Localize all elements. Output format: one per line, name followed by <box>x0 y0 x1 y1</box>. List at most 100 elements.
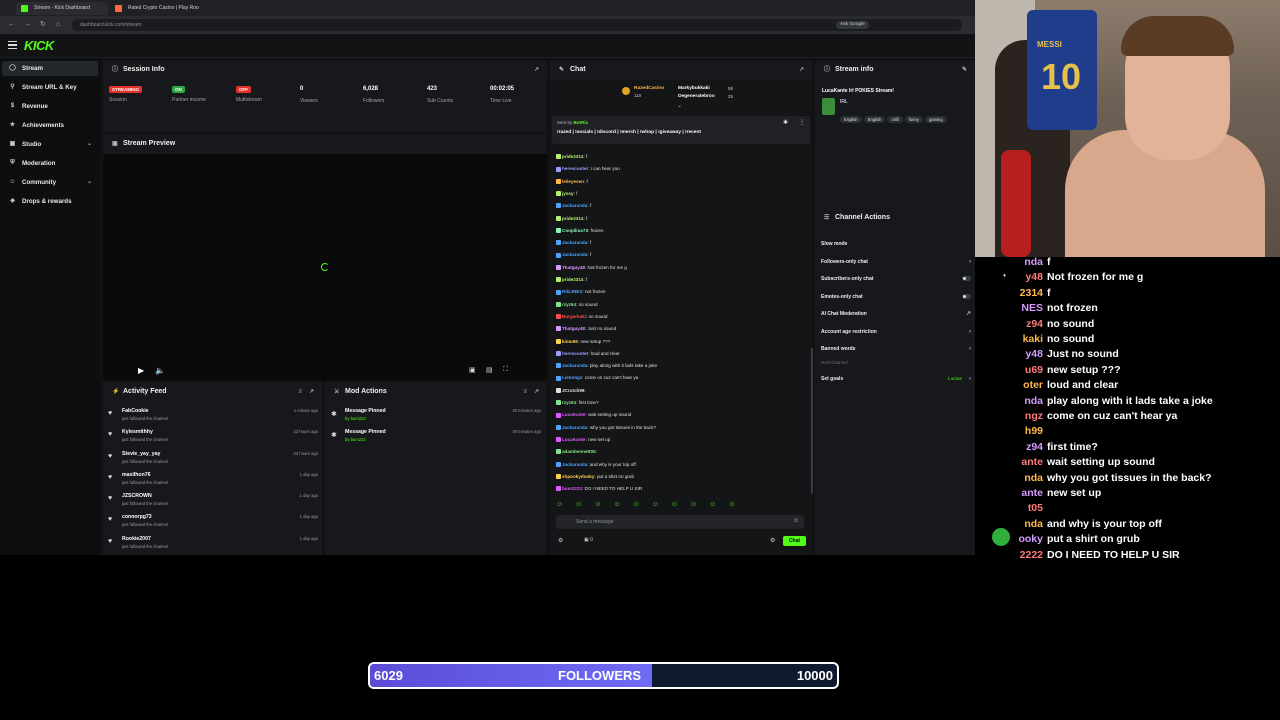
tag[interactable]: English <box>863 116 886 123</box>
top-gifter-name[interactable]: RazedCasino <box>634 86 664 91</box>
chat-username[interactable]: adambennett05 <box>562 449 596 454</box>
settings-icon[interactable]: ⚙ <box>558 537 563 544</box>
pin-icon[interactable]: ✱ <box>783 119 788 126</box>
action-emotes-only[interactable]: Emotes-only chat <box>821 292 971 302</box>
top-gifter-name[interactable]: Markybukkaki <box>678 86 710 91</box>
chat-username[interactable]: pride2314 <box>562 277 583 282</box>
popout-icon[interactable]: ↗ <box>799 60 804 80</box>
toggle-switch[interactable] <box>962 276 971 281</box>
chat-username[interactable]: rzyz94 <box>562 400 576 405</box>
tag[interactable]: English <box>840 116 862 123</box>
activity-user[interactable]: Kylesmithhy <box>122 429 153 435</box>
menu-icon[interactable] <box>8 41 17 49</box>
chat-username[interactable]: kimu69 <box>562 339 578 344</box>
popout-icon[interactable]: ↗ <box>309 382 314 402</box>
fullscreen-icon[interactable]: ⛶ <box>503 366 508 374</box>
chat-username[interactable]: Jackaranda <box>562 252 587 257</box>
scroll-indicator-icon: ♦ <box>1003 273 1007 279</box>
chat-username[interactable]: pride2314 <box>562 216 583 221</box>
activity-user[interactable]: FabCookie <box>122 408 149 414</box>
chat-username[interactable]: Listomgz <box>562 375 582 380</box>
activity-user[interactable]: maxilhon76 <box>122 472 151 478</box>
chat-username[interactable]: Burgerkaki <box>562 314 586 319</box>
chat-username[interactable]: jyssy <box>562 191 574 196</box>
popout-icon[interactable]: ↗ <box>534 60 539 80</box>
chat-username[interactable]: Jackaranda <box>562 240 587 245</box>
chat-username[interactable]: Coopilius73 <box>562 228 588 233</box>
chat-username[interactable]: Thatguy48 <box>562 326 585 331</box>
chat-username[interactable]: bum2222 <box>562 486 582 491</box>
sidebar-item-drops[interactable]: ◈ Drops & rewards <box>2 194 98 209</box>
url-field[interactable]: dashboard.kick.com/stream <box>72 19 962 31</box>
chat-username[interactable]: leileyesen <box>562 179 584 184</box>
kick-logo[interactable]: KICK <box>24 38 54 53</box>
browser-tab[interactable]: Rated Crypto Casino | Play Roo <box>110 2 200 15</box>
activity-user[interactable]: connorpg73 <box>122 514 152 520</box>
toggle-switch[interactable] <box>962 294 971 299</box>
chat-username[interactable]: Jackaranda <box>562 363 587 368</box>
chat-username[interactable]: shpookydooky <box>562 474 594 479</box>
send-chat-button[interactable]: Chat <box>783 536 806 546</box>
action-label: Emotes-only chat <box>821 294 863 300</box>
top-gifter-name[interactable]: Degeneratebroo <box>678 94 715 99</box>
chat-username[interactable]: Jackaranda <box>562 425 587 430</box>
chat-username[interactable]: LucaKante <box>562 412 586 417</box>
browser-tab-active[interactable]: Stream - Kick Dashboard <box>16 2 108 15</box>
chat-username[interactable]: Jackaranda <box>562 203 587 208</box>
pinned-user[interactable]: BotRix <box>574 120 589 125</box>
sidebar-item-stream-url[interactable]: ⚲ Stream URL & Key <box>2 80 98 95</box>
tag[interactable]: gaming <box>924 116 947 123</box>
action-account-age[interactable]: Account age restriction › <box>821 327 971 337</box>
sidebar-item-moderation[interactable]: ⛨ Moderation <box>2 156 98 171</box>
emote-bar[interactable]: ☺☺☺☺☺☺☺☺☺☺ <box>556 501 804 511</box>
sidebar-item-community[interactable]: ☺ Community ⌄ <box>2 175 98 190</box>
theater-icon[interactable]: ▤ <box>486 366 493 374</box>
category-name[interactable]: IRL <box>840 99 848 105</box>
reload-icon[interactable]: ↻ <box>40 19 46 31</box>
chat-username[interactable]: pride2314 <box>562 154 583 159</box>
action-followers-only[interactable]: Followers-only chat › <box>821 257 971 267</box>
more-icon[interactable]: ⋮ <box>799 119 805 126</box>
back-icon[interactable]: ← <box>8 19 15 31</box>
sidebar-item-achievements[interactable]: ★ Achievements <box>2 118 98 133</box>
action-set-goals[interactable]: Set goals 1 active › <box>821 374 971 384</box>
sidebar-item-label: Drops & rewards <box>22 198 72 205</box>
forward-icon[interactable]: → <box>24 19 31 31</box>
chat-username[interactable]: herescooter <box>562 351 588 356</box>
action-slow-mode[interactable]: Slow mode <box>821 239 971 249</box>
tag[interactable]: funny <box>904 116 923 123</box>
emoji-icon[interactable]: ☺ <box>793 518 799 524</box>
mod-action-by[interactable]: by bum222 <box>345 437 366 442</box>
chat-username[interactable]: herescooter <box>562 166 588 171</box>
activity-user[interactable]: JZSCROWN <box>122 493 152 499</box>
ask-google-chip[interactable]: Ask Google <box>836 21 869 29</box>
sidebar-item-stream[interactable]: ◯ Stream <box>2 61 98 76</box>
chat-input[interactable]: Send a message <box>556 515 804 529</box>
tag[interactable]: chill <box>887 116 903 123</box>
chevron-down-icon[interactable]: ⌄ <box>677 102 682 109</box>
chat-username[interactable]: rzyz94 <box>562 302 576 307</box>
play-icon[interactable]: ▶ <box>138 366 144 375</box>
chat-scrollbar[interactable] <box>811 348 813 494</box>
chat-username[interactable]: Jackaranda <box>562 462 587 467</box>
pip-icon[interactable]: ▣ <box>469 366 476 374</box>
chat-username[interactable]: JCrutch99 <box>562 388 584 393</box>
gear-icon[interactable]: ⚙ <box>770 537 775 544</box>
mod-action-by[interactable]: by bum222 <box>345 416 366 421</box>
chat-username[interactable]: RikiJNES <box>562 289 582 294</box>
chat-username[interactable]: LucaKante <box>562 437 586 442</box>
filter-icon[interactable]: ≡ <box>298 382 302 402</box>
filter-icon[interactable]: ≡ <box>523 382 527 402</box>
popout-icon[interactable]: ↗ <box>534 382 539 402</box>
activity-user[interactable]: Stevie_yay_yay <box>122 451 160 457</box>
sidebar-item-studio[interactable]: ▣ Studio ⌄ <box>2 137 98 152</box>
sidebar-item-revenue[interactable]: $ Revenue <box>2 99 98 114</box>
activity-user[interactable]: Rookie2007 <box>122 536 151 542</box>
volume-icon[interactable]: 🔈 <box>155 366 165 375</box>
action-banned-words[interactable]: Banned words › <box>821 344 971 354</box>
action-ai-moderation[interactable]: AI Chat Moderation ↗ <box>821 309 971 319</box>
home-icon[interactable]: ⌂ <box>56 19 60 31</box>
action-subscribers-only[interactable]: Subscribers-only chat <box>821 274 971 284</box>
edit-icon[interactable]: ✎ <box>962 60 967 80</box>
chat-username[interactable]: Thatguy48 <box>562 265 585 270</box>
